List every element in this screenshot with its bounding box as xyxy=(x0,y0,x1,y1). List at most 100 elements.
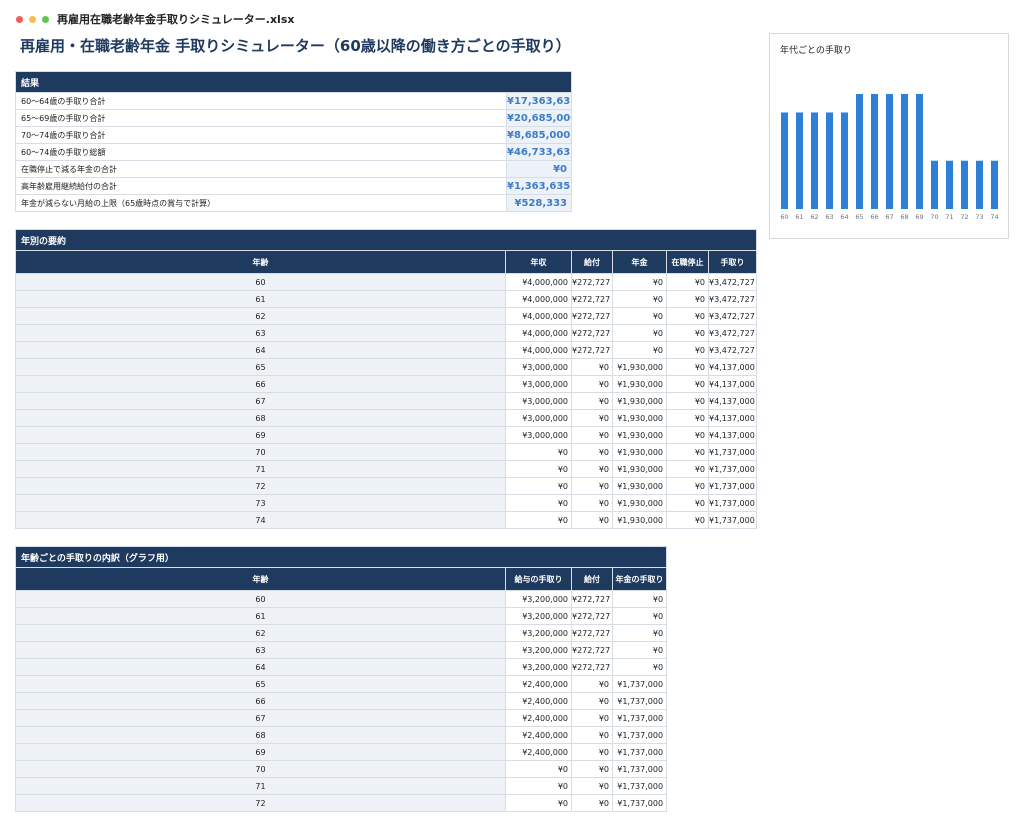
value-cell: ¥0 xyxy=(571,358,613,376)
bar-73 xyxy=(976,160,983,209)
bar-70 xyxy=(931,160,938,209)
result-label: 65〜69歳の手取り合計 xyxy=(15,109,507,127)
result-value: ¥1,363,635 xyxy=(505,177,573,195)
column-header: 年齢 xyxy=(15,567,506,591)
value-cell: ¥0 xyxy=(571,460,613,478)
x-tick-label: 64 xyxy=(840,213,848,221)
column-header: 年金 xyxy=(612,250,667,274)
result-value: ¥0 xyxy=(505,160,573,178)
result-label: 在職停止で減る年金の合計 xyxy=(15,160,507,178)
table-row: 70 ¥0 ¥0 ¥1,930,000 ¥0 ¥1,737,000 xyxy=(15,443,758,461)
value-cell: ¥0 xyxy=(666,273,709,291)
age-cell: 68 xyxy=(15,726,506,744)
result-value: ¥46,733,635 xyxy=(505,143,573,161)
table-row: 65 ¥3,000,000 ¥0 ¥1,930,000 ¥0 ¥4,137,000 xyxy=(15,358,758,376)
bar-61 xyxy=(796,112,803,209)
age-cell: 68 xyxy=(15,409,506,427)
value-cell: ¥0 xyxy=(571,794,613,812)
value-cell: ¥0 xyxy=(571,726,613,744)
value-cell: ¥0 xyxy=(505,477,572,495)
table-row: 62 ¥4,000,000 ¥272,727 ¥0 ¥0 ¥3,472,727 xyxy=(15,307,758,325)
value-cell: ¥0 xyxy=(571,409,613,427)
minimize-window-button[interactable] xyxy=(29,16,36,23)
value-cell: ¥0 xyxy=(666,392,709,410)
value-cell: ¥272,727 xyxy=(571,290,613,308)
bar-63 xyxy=(826,112,833,209)
value-cell: ¥0 xyxy=(666,324,709,342)
value-cell: ¥0 xyxy=(666,358,709,376)
value-cell: ¥3,200,000 xyxy=(505,590,572,608)
value-cell: ¥1,737,000 xyxy=(707,460,758,478)
value-cell: ¥272,727 xyxy=(571,641,613,659)
result-label: 70〜74歳の手取り合計 xyxy=(15,126,507,144)
age-cell: 66 xyxy=(15,375,506,393)
close-window-button[interactable] xyxy=(16,16,23,23)
table-row: 72 ¥0 ¥0 ¥1,737,000 xyxy=(15,794,668,812)
column-header: 在職停止 xyxy=(666,250,709,274)
value-cell: ¥272,727 xyxy=(571,324,613,342)
result-value: ¥17,363,635 xyxy=(505,92,573,110)
column-header: 給与の手取り xyxy=(505,567,572,591)
age-cell: 73 xyxy=(15,494,506,512)
age-cell: 74 xyxy=(15,511,506,529)
value-cell: ¥3,472,727 xyxy=(707,341,758,359)
value-cell: ¥1,930,000 xyxy=(612,443,667,461)
value-cell: ¥3,000,000 xyxy=(505,392,572,410)
bar-71 xyxy=(946,160,953,209)
age-cell: 72 xyxy=(15,794,506,812)
table-row: 61 ¥3,200,000 ¥272,727 ¥0 xyxy=(15,607,668,625)
maximize-window-button[interactable] xyxy=(42,16,49,23)
value-cell: ¥0 xyxy=(666,494,709,512)
value-cell: ¥0 xyxy=(571,743,613,761)
value-cell: ¥1,737,000 xyxy=(707,494,758,512)
value-cell: ¥3,200,000 xyxy=(505,641,572,659)
value-cell: ¥0 xyxy=(612,324,667,342)
result-row: 65〜69歳の手取り合計 ¥20,685,000 xyxy=(15,109,573,127)
column-header: 年収 xyxy=(505,250,572,274)
table-row: 65 ¥2,400,000 ¥0 ¥1,737,000 xyxy=(15,675,668,693)
value-cell: ¥0 xyxy=(505,460,572,478)
value-cell: ¥3,200,000 xyxy=(505,607,572,625)
x-tick-label: 69 xyxy=(915,213,923,221)
value-cell: ¥0 xyxy=(571,777,613,795)
table-row: 74 ¥0 ¥0 ¥1,930,000 ¥0 ¥1,737,000 xyxy=(15,511,758,529)
value-cell: ¥2,400,000 xyxy=(505,709,572,727)
value-cell: ¥1,930,000 xyxy=(612,358,667,376)
table-row: 69 ¥2,400,000 ¥0 ¥1,737,000 xyxy=(15,743,668,761)
value-cell: ¥1,737,000 xyxy=(611,726,668,744)
x-tick-label: 66 xyxy=(870,213,878,221)
age-cell: 69 xyxy=(15,426,506,444)
value-cell: ¥1,737,000 xyxy=(611,675,668,693)
table-row: 66 ¥2,400,000 ¥0 ¥1,737,000 xyxy=(15,692,668,710)
value-cell: ¥0 xyxy=(612,290,667,308)
bar-62 xyxy=(811,112,818,209)
age-cell: 65 xyxy=(15,358,506,376)
value-cell: ¥0 xyxy=(612,273,667,291)
x-tick-label: 62 xyxy=(810,213,818,221)
bar-67 xyxy=(886,94,893,209)
value-cell: ¥4,000,000 xyxy=(505,307,572,325)
value-cell: ¥1,737,000 xyxy=(611,692,668,710)
value-cell: ¥3,472,727 xyxy=(707,273,758,291)
value-cell: ¥4,137,000 xyxy=(707,358,758,376)
table-row: 72 ¥0 ¥0 ¥1,930,000 ¥0 ¥1,737,000 xyxy=(15,477,758,495)
table-row: 60 ¥3,200,000 ¥272,727 ¥0 xyxy=(15,590,668,608)
age-cell: 71 xyxy=(15,460,506,478)
bar-chart: 60 61 62 63 64 65 66 67 68 69 70 71 72 73 74 xyxy=(780,94,999,221)
value-cell: ¥3,000,000 xyxy=(505,409,572,427)
window-titlebar: 再雇用在職老齢年金手取りシミュレーター.xlsx xyxy=(0,0,1024,30)
value-cell: ¥0 xyxy=(505,794,572,812)
value-cell: ¥1,737,000 xyxy=(707,477,758,495)
x-tick-label: 68 xyxy=(900,213,908,221)
value-cell: ¥1,930,000 xyxy=(612,392,667,410)
result-label: 60〜74歳の手取り総額 xyxy=(15,143,507,161)
value-cell: ¥0 xyxy=(611,590,668,608)
age-cell: 63 xyxy=(15,324,506,342)
table-row: 64 ¥3,200,000 ¥272,727 ¥0 xyxy=(15,658,668,676)
x-tick-label: 63 xyxy=(825,213,833,221)
value-cell: ¥4,137,000 xyxy=(707,392,758,410)
value-cell: ¥0 xyxy=(505,443,572,461)
value-cell: ¥0 xyxy=(666,443,709,461)
age-cell: 69 xyxy=(15,743,506,761)
value-cell: ¥0 xyxy=(666,341,709,359)
